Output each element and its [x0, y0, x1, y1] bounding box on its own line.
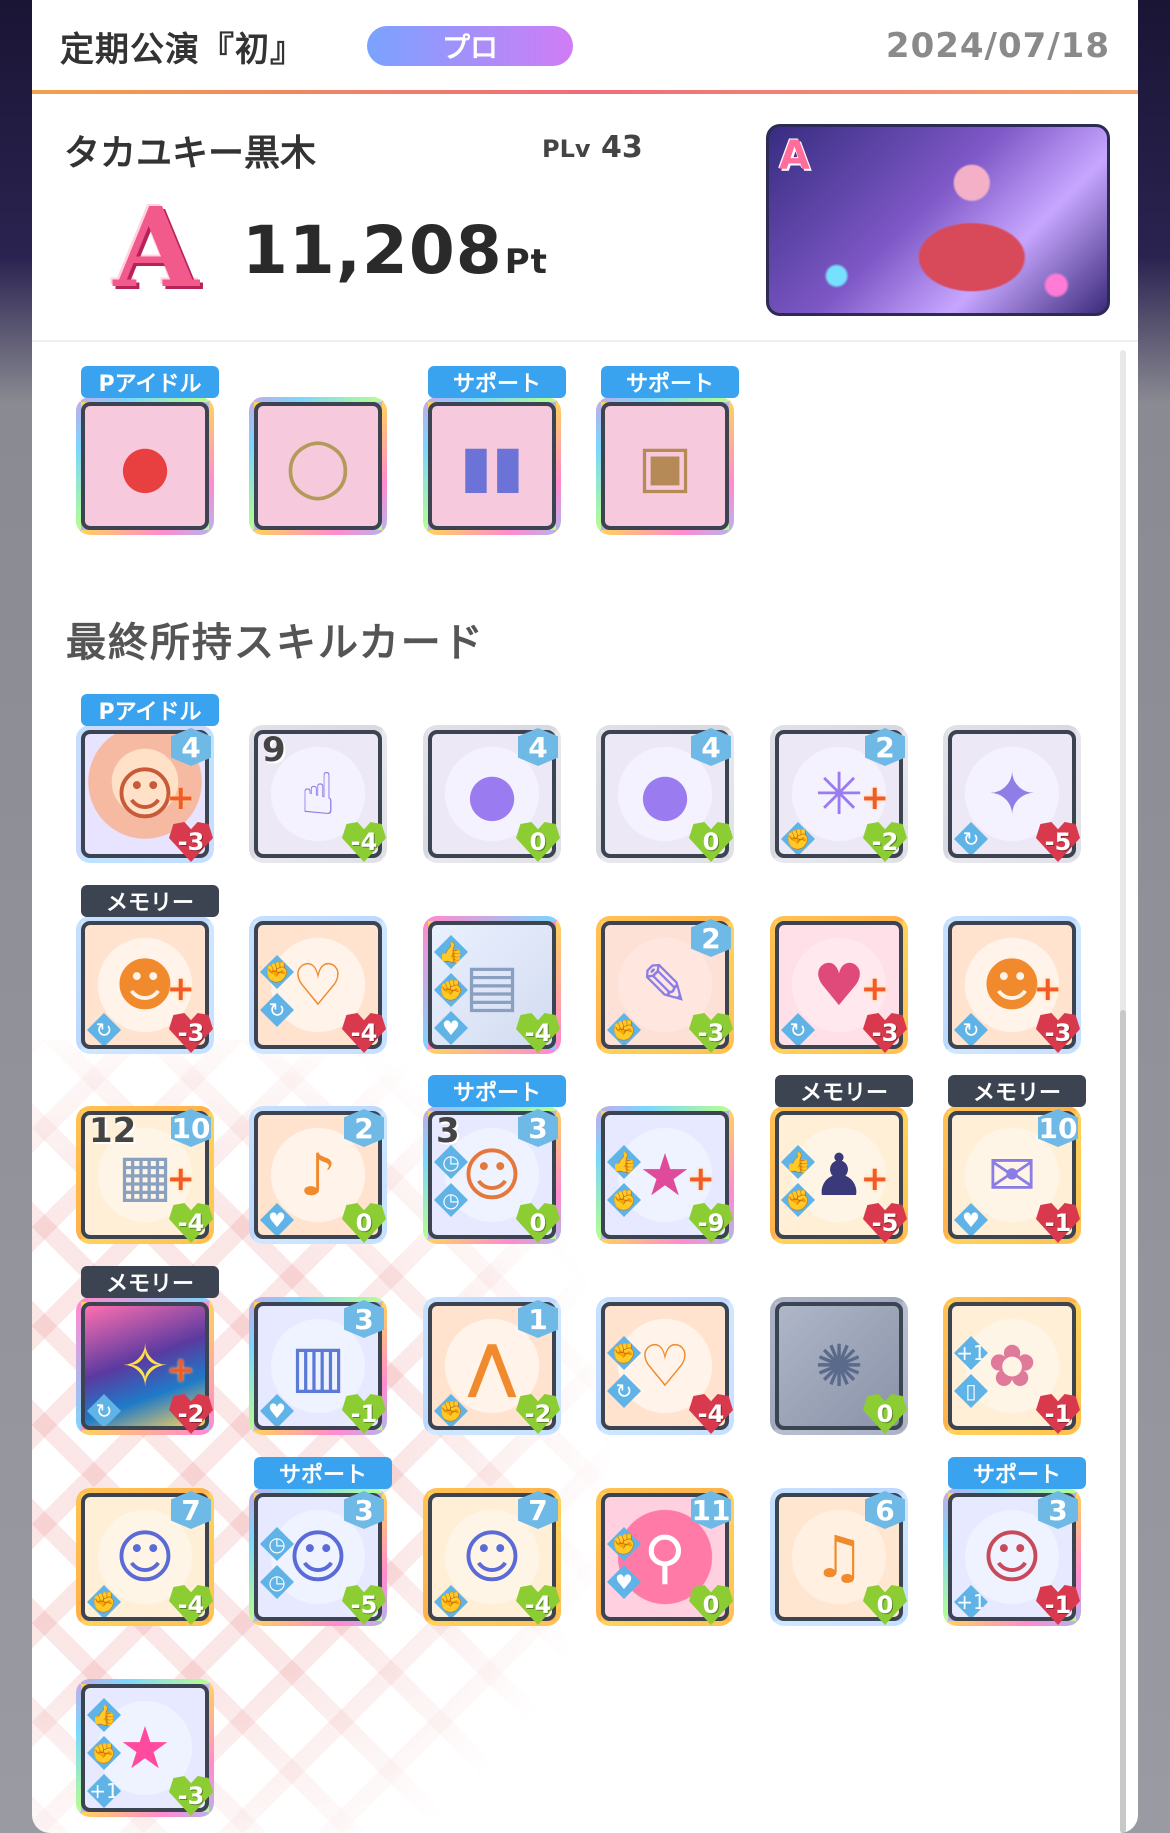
- skill-card[interactable]: ♟ 👍 ✊ + -5 メモリー: [770, 1075, 913, 1244]
- skill-card[interactable]: ♡ ✊ ↻ -4: [596, 1297, 734, 1435]
- card-tag: サポート: [428, 1075, 566, 1107]
- enhanced-plus-icon: +: [860, 969, 890, 1009]
- skill-card[interactable]: ▤ 👍 ✊ ♥ -4: [423, 916, 561, 1054]
- rank-badge: A: [113, 183, 199, 312]
- section-title: 最終所持スキルカード: [66, 620, 485, 666]
- skill-card[interactable]: ☝ 9 -4: [249, 725, 387, 863]
- skill-card[interactable]: ♪ ♥ 2 0: [249, 1106, 387, 1244]
- box-of-items-icon: ▣: [637, 432, 693, 500]
- skill-card[interactable]: ✦ ↻ -5: [943, 725, 1081, 863]
- skill-card[interactable]: ⚲ ✊ ♥ 11 0: [596, 1488, 734, 1626]
- skill-card[interactable]: ▦ 12 +10 -4: [76, 1106, 214, 1244]
- uses-count: 9: [262, 730, 286, 770]
- enhanced-plus-icon: +: [1033, 969, 1063, 1009]
- skill-card[interactable]: ☺ ✊ 7 -4: [76, 1488, 214, 1626]
- thumbnail-rank: A: [779, 133, 810, 179]
- card-tag: サポート: [601, 366, 739, 398]
- event-title: 定期公演『初』: [60, 29, 305, 70]
- score: 11,208Pt: [242, 212, 548, 289]
- enhanced-plus-icon: +: [860, 1159, 890, 1199]
- skill-card[interactable]: ✎ ✊ 2 -3: [596, 916, 734, 1054]
- item-bracelet[interactable]: ◯: [249, 397, 387, 535]
- uses-count: 12: [89, 1111, 137, 1151]
- skill-card[interactable]: ✉ ♥ 10 -1 メモリー: [943, 1075, 1086, 1244]
- skill-card[interactable]: ☻ ↻ + -3: [943, 916, 1081, 1054]
- item-mascot-keychain[interactable]: ● Pアイドル: [76, 366, 219, 535]
- skill-card[interactable]: ✺ 0: [770, 1297, 908, 1435]
- item-frame: ●: [81, 402, 209, 530]
- plv-value: 43: [600, 130, 643, 165]
- card-tag: サポート: [254, 1457, 392, 1489]
- skill-card[interactable]: ☺ +1 3 -1 サポート: [943, 1457, 1086, 1626]
- skill-card[interactable]: ♡ ✊ ↻ -4: [249, 916, 387, 1054]
- skill-card[interactable]: ★ 👍 ✊ + -9: [596, 1106, 734, 1244]
- skill-card[interactable]: ♥ ↻ + -3: [770, 916, 908, 1054]
- skill-card[interactable]: ✧ ↻ + -2 メモリー: [76, 1266, 219, 1435]
- mascot-keychain-icon: ●: [119, 432, 171, 500]
- skill-card[interactable]: ● 4 0: [596, 725, 734, 863]
- card-tag: メモリー: [775, 1075, 913, 1107]
- bracelet-icon: ◯: [285, 432, 351, 500]
- score-unit: Pt: [504, 242, 548, 282]
- result-panel: 定期公演『初』 プロ 2024/07/18 タカユキー黒木 PLv 43 A 1…: [32, 0, 1138, 1833]
- difficulty-badge: プロ: [367, 26, 573, 66]
- skill-card[interactable]: ♫ 6 0: [770, 1488, 908, 1626]
- uses-count: 3: [436, 1111, 460, 1151]
- item-frame: ▣: [601, 402, 729, 530]
- plv-label: PLv: [542, 135, 591, 163]
- player-name: タカユキー黒木: [64, 133, 317, 174]
- skill-card[interactable]: ⋀ ✊ 1 -2: [423, 1297, 561, 1435]
- enhanced-plus-icon: +: [166, 778, 196, 818]
- skill-card[interactable]: ☺ +4 -3 Pアイドル: [76, 694, 219, 863]
- item-box-of-items[interactable]: ▣ サポート: [596, 366, 739, 535]
- skill-card[interactable]: ✿ +1 ▯ -1: [943, 1297, 1081, 1435]
- skill-card[interactable]: ☺ ✊ 7 -4: [423, 1488, 561, 1626]
- skill-card[interactable]: ✳ ✊ +2 -2: [770, 725, 908, 863]
- scrollbar-thumb[interactable]: [1120, 1010, 1126, 1833]
- producer-level: PLv 43: [542, 130, 643, 165]
- card-tag: メモリー: [948, 1075, 1086, 1107]
- skill-card[interactable]: ☻ ↻ + -3 メモリー: [76, 885, 219, 1054]
- skill-card[interactable]: ★ 👍 ✊ +1 -3: [76, 1679, 214, 1817]
- card-tag: メモリー: [81, 1266, 219, 1298]
- skill-card[interactable]: ☺ ◷ ◷ 3 -5 サポート: [249, 1457, 392, 1626]
- skill-card[interactable]: ● 4 0: [423, 725, 561, 863]
- enhanced-plus-icon: +: [860, 778, 890, 818]
- item-frame: ▮▮: [428, 402, 556, 530]
- enhanced-plus-icon: +: [166, 969, 196, 1009]
- header: 定期公演『初』 プロ 2024/07/18: [32, 0, 1138, 92]
- card-tag: サポート: [428, 366, 566, 398]
- enhanced-plus-icon: +: [686, 1159, 716, 1199]
- card-tag: メモリー: [81, 885, 219, 917]
- drink-cans-icon: ▮▮: [460, 432, 524, 500]
- score-value: 11,208: [242, 212, 503, 289]
- idol-thumbnail[interactable]: A: [766, 124, 1110, 316]
- card-tag: Pアイドル: [81, 366, 219, 398]
- skill-card[interactable]: ☺ ◷ ◷ 3 3 0 サポート: [423, 1075, 566, 1244]
- result-date: 2024/07/18: [885, 26, 1110, 66]
- card-tag: サポート: [948, 1457, 1086, 1489]
- card-tag: Pアイドル: [81, 694, 219, 726]
- enhanced-plus-icon: +: [166, 1159, 196, 1199]
- item-drink-cans[interactable]: ▮▮ サポート: [423, 366, 566, 535]
- header-divider: [32, 90, 1138, 94]
- skill-card[interactable]: ▥ ♥ 3 -1: [249, 1297, 387, 1435]
- divider: [32, 340, 1138, 342]
- enhanced-plus-icon: +: [166, 1350, 196, 1390]
- item-frame: ◯: [254, 402, 382, 530]
